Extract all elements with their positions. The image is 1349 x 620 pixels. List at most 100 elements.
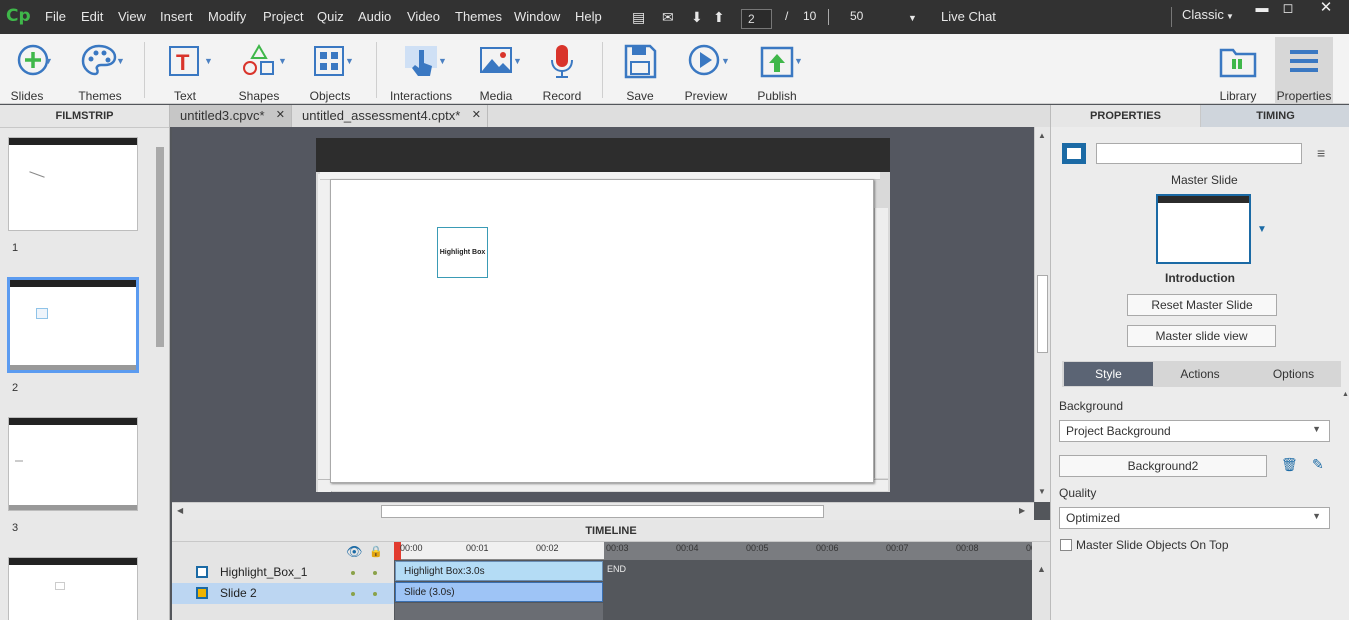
visibility-dot[interactable] [351, 592, 355, 596]
edit-icon[interactable]: ✎ [1312, 456, 1324, 473]
library-button[interactable]: Library [1205, 40, 1271, 103]
live-chat-link[interactable]: Live Chat [941, 9, 996, 24]
record-button[interactable]: Record [529, 40, 595, 103]
chevron-down-icon[interactable]: ▼ [1226, 12, 1234, 21]
zoom-dropdown-icon[interactable]: ▼ [908, 13, 917, 23]
preview-button[interactable]: ▼ Preview [673, 40, 739, 103]
filmstrip-header: FILMSTRIP [0, 105, 169, 128]
master-slide-thumbnail[interactable] [1156, 194, 1251, 264]
highlight-box[interactable]: Highlight Box [437, 227, 488, 278]
text-button[interactable]: T ▼ Text [152, 40, 218, 103]
menu-audio[interactable]: Audio [358, 9, 391, 24]
timeline-ruler[interactable]: 00:00 00:01 00:02 00:03 00:04 00:05 00:0… [394, 542, 1049, 560]
menu-video[interactable]: Video [407, 9, 440, 24]
scroll-left-icon[interactable]: ◀ [177, 506, 183, 515]
timeline-row-highlight-box[interactable]: Highlight_Box_1 [172, 562, 394, 583]
arrow-down-icon[interactable]: ⬇ [691, 9, 703, 26]
slides-button[interactable]: ▼ Slides [0, 40, 66, 103]
close-icon[interactable]: ✕ [276, 108, 285, 121]
lock-dot[interactable] [373, 571, 377, 575]
menu-insert[interactable]: Insert [160, 9, 193, 24]
eye-icon[interactable]: 👁 [346, 544, 363, 560]
tab-untitled3[interactable]: untitled3.cpvc* ✕ [170, 105, 292, 127]
slide-number: 1 [12, 242, 19, 254]
master-dropdown-icon[interactable]: ▼ [1257, 224, 1267, 235]
workspace-select[interactable]: Classic [1182, 7, 1224, 22]
timeline-bar-highlight-box[interactable]: Highlight Box:3.0s [395, 561, 603, 581]
timeline-row-slide[interactable]: Slide 2 [172, 583, 394, 604]
menu-quiz[interactable]: Quiz [317, 9, 344, 24]
media-button[interactable]: ▼ Media [463, 40, 529, 103]
quality-select[interactable]: Optimized ▼ [1059, 507, 1330, 529]
properties-icon [1290, 50, 1318, 72]
tab-options[interactable]: Options [1247, 362, 1340, 386]
visibility-dot[interactable] [351, 571, 355, 575]
scroll-up-icon[interactable]: ▲ [1342, 391, 1349, 398]
vertical-scrollbar[interactable]: ▲ ▼ [1034, 127, 1050, 502]
slide-thumbnail-3[interactable] [8, 417, 138, 511]
slide-thumbnail-1[interactable] [8, 137, 138, 231]
background2-button[interactable]: Background2 [1059, 455, 1267, 477]
image-icon [480, 47, 512, 73]
slide-content-area[interactable] [330, 179, 874, 483]
scroll-thumb[interactable] [1037, 275, 1048, 353]
menu-bar: Cp File Edit View Insert Modify Project … [0, 0, 1349, 34]
close-icon[interactable]: ✕ [1314, 0, 1338, 16]
maximize-icon[interactable]: ◻ [1276, 0, 1300, 15]
background-select[interactable]: Project Background ▼ [1059, 420, 1330, 442]
trash-icon[interactable]: 🗑 [1281, 457, 1298, 473]
menu-file[interactable]: File [45, 9, 66, 24]
menu-themes[interactable]: Themes [455, 9, 502, 24]
lock-icon[interactable]: 🔒 [369, 545, 383, 558]
save-button[interactable]: Save [607, 40, 673, 103]
scroll-up-icon[interactable]: ▲ [1037, 564, 1046, 574]
master-slide-view-button[interactable]: Master slide view [1127, 325, 1276, 347]
publish-button[interactable]: ▼ Publish [744, 40, 810, 103]
horizontal-scrollbar[interactable]: ◀ ▶ [172, 502, 1034, 520]
interactions-button[interactable]: ▼ Interactions [388, 40, 454, 103]
menu-modify[interactable]: Modify [208, 9, 246, 24]
minimize-icon[interactable]: ▬ [1250, 0, 1274, 15]
timeline-row-label: Highlight_Box_1 [220, 565, 308, 579]
current-page-input[interactable]: 2 [741, 9, 772, 29]
slide-thumbnail-2[interactable] [7, 277, 139, 373]
tab-actions[interactable]: Actions [1153, 362, 1247, 386]
menu-help[interactable]: Help [575, 9, 602, 24]
scroll-thumb[interactable] [381, 505, 824, 518]
lock-dot[interactable] [373, 592, 377, 596]
menu-window[interactable]: Window [514, 9, 560, 24]
arrow-up-icon[interactable]: ⬆ [713, 9, 725, 26]
tick-label: 00:01 [466, 543, 489, 553]
preview-label: Preview [684, 89, 728, 103]
comment-icon[interactable]: ▤ [632, 9, 645, 26]
tick-label: 00:04 [676, 543, 699, 553]
chevron-down-icon: ▼ [438, 56, 447, 66]
options-menu-icon[interactable]: ≡ [1317, 145, 1325, 161]
chevron-down-icon: ▼ [345, 56, 354, 66]
filmstrip-scrollbar[interactable] [156, 147, 164, 347]
slide-thumbnail-4[interactable] [8, 557, 138, 620]
themes-button[interactable]: ▼ Themes [66, 40, 132, 103]
timeline-bar-slide[interactable]: Slide (3.0s) [395, 582, 603, 602]
mail-icon[interactable]: ✉ [662, 9, 674, 26]
tab-untitled-assessment4[interactable]: untitled_assessment4.cptx* ✕ [292, 105, 488, 127]
slide-name-input[interactable] [1096, 143, 1302, 164]
tab-properties[interactable]: PROPERTIES [1051, 105, 1201, 127]
objects-button[interactable]: ▼ Objects [297, 40, 363, 103]
zoom-value[interactable]: 50 [850, 9, 863, 23]
tab-style[interactable]: Style [1064, 362, 1153, 386]
menu-edit[interactable]: Edit [81, 9, 103, 24]
master-objects-on-top-checkbox[interactable] [1060, 539, 1072, 551]
properties-button[interactable]: Properties [1275, 37, 1333, 103]
timeline-scroll-area[interactable]: ▲ [1032, 542, 1050, 620]
scroll-down-icon[interactable]: ▼ [1038, 487, 1046, 496]
shapes-button[interactable]: ▼ Shapes [226, 40, 292, 103]
scroll-right-icon[interactable]: ▶ [1019, 506, 1025, 515]
menu-project[interactable]: Project [263, 9, 303, 24]
reset-master-slide-button[interactable]: Reset Master Slide [1127, 294, 1277, 316]
scroll-up-icon[interactable]: ▲ [1038, 131, 1046, 140]
menu-view[interactable]: View [118, 9, 146, 24]
tab-timing[interactable]: TIMING [1201, 105, 1349, 127]
objects-label: Objects [309, 89, 351, 103]
close-icon[interactable]: ✕ [472, 108, 481, 121]
